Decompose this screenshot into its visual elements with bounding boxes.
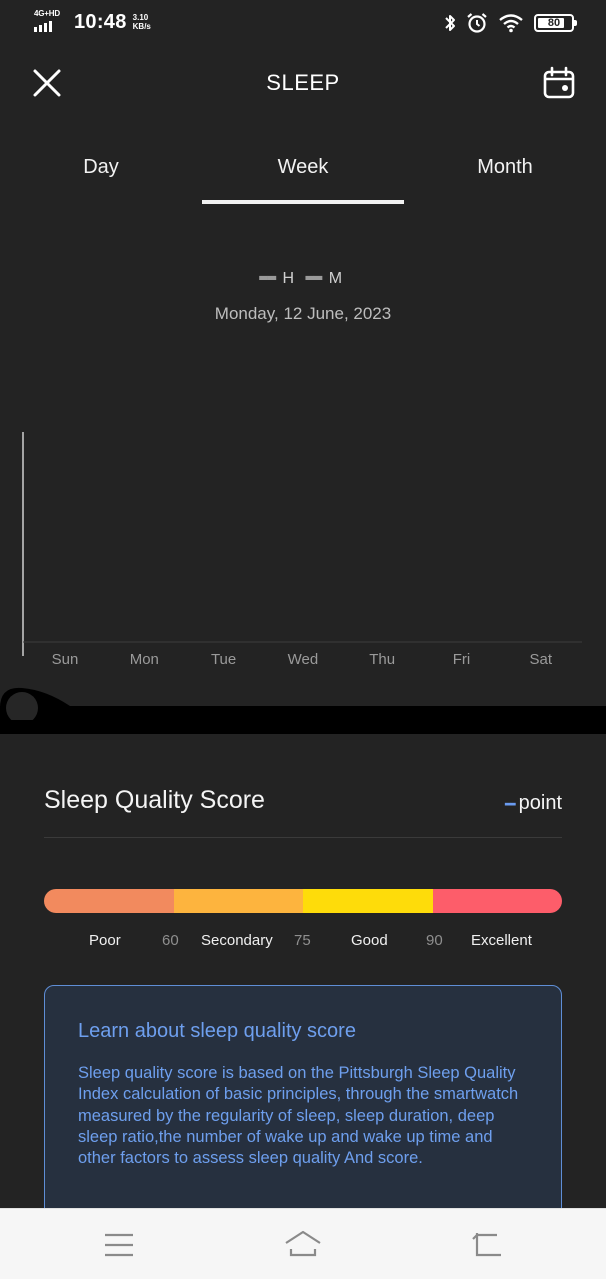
score-number: -- (503, 790, 517, 815)
sleep-summary: -- H -- M Monday, 12 June, 2023 (0, 254, 606, 324)
sleep-score-info-card: Learn about sleep quality score Sleep qu… (44, 985, 562, 1225)
system-nav-bar (0, 1208, 606, 1279)
score-unit: point (518, 791, 562, 814)
segment-excellent (433, 889, 562, 913)
x-tick-sat: Sat (530, 651, 553, 668)
bluetooth-icon (445, 15, 455, 31)
score-value: -- point (504, 790, 562, 816)
threshold-60: 60 (162, 932, 179, 949)
hours-unit: H (282, 270, 295, 287)
score-scale-bar (44, 889, 562, 913)
minutes-value: -- (304, 257, 324, 295)
tab-month[interactable]: Month (404, 150, 606, 206)
period-tabs: Day Week Month (0, 150, 606, 206)
home-button[interactable] (283, 1227, 323, 1263)
battery-level: 80 (547, 17, 561, 29)
alarm-icon (467, 13, 487, 33)
page-title: SLEEP (266, 70, 340, 95)
label-good: Good (351, 932, 388, 949)
threshold-75: 75 (294, 932, 311, 949)
segment-good (303, 889, 433, 913)
tab-day[interactable]: Day (0, 150, 202, 206)
label-excellent: Excellent (471, 932, 532, 949)
x-tick-sun: Sun (52, 651, 79, 668)
status-left: 4G+HD 10:48 3.10 KB/s (34, 9, 151, 34)
x-tick-fri: Fri (453, 651, 471, 668)
summary-date: Monday, 12 June, 2023 (214, 304, 392, 323)
speed-unit: KB/s (132, 22, 151, 31)
threshold-90: 90 (426, 932, 443, 949)
score-header: Sleep Quality Score -- point (44, 786, 562, 838)
scroll-handle[interactable] (6, 692, 38, 724)
menu-icon (105, 1233, 133, 1257)
label-secondary: Secondary (201, 932, 273, 949)
x-tick-tue: Tue (211, 651, 236, 668)
segment-poor (44, 889, 174, 913)
status-time: 10:48 (74, 10, 127, 33)
sleep-duration: -- H -- M (0, 254, 606, 295)
network-speed: 3.10 KB/s (133, 13, 151, 31)
calendar-button[interactable] (542, 66, 576, 100)
chart-scroll-band (0, 687, 606, 734)
calendar-icon (543, 66, 575, 99)
status-bar: 4G+HD 10:48 3.10 KB/s 80 (0, 0, 606, 48)
network-type: 4G+HD (34, 9, 60, 18)
hours-value: -- (257, 257, 278, 295)
x-tick-mon: Mon (130, 651, 159, 668)
tab-week[interactable]: Week (202, 150, 404, 206)
battery-icon: 80 (534, 14, 577, 32)
info-body: Sleep quality score is based on the Pitt… (78, 1064, 519, 1168)
home-icon (285, 1230, 321, 1257)
status-right: 80 (444, 12, 577, 34)
weekly-sleep-chart[interactable]: Sun Mon Tue Wed Thu Fri Sat (0, 420, 606, 680)
wifi-icon (499, 14, 523, 33)
label-poor: Poor (89, 932, 121, 949)
minutes-unit: M (328, 270, 343, 287)
x-tick-thu: Thu (369, 651, 395, 668)
score-title: Sleep Quality Score (44, 786, 265, 814)
speed-value: 3.10 (132, 13, 149, 22)
score-scale-labels: Poor 60 Secondary 75 Good 90 Excellent (44, 932, 562, 952)
back-button[interactable] (467, 1227, 507, 1263)
network-indicator: 4G+HD (34, 9, 64, 34)
info-title: Learn about sleep quality score (78, 1020, 356, 1042)
back-icon (472, 1233, 501, 1257)
x-tick-wed: Wed (288, 651, 319, 668)
signal-icon (34, 21, 52, 32)
segment-secondary (174, 889, 303, 913)
menu-button[interactable] (99, 1227, 139, 1263)
